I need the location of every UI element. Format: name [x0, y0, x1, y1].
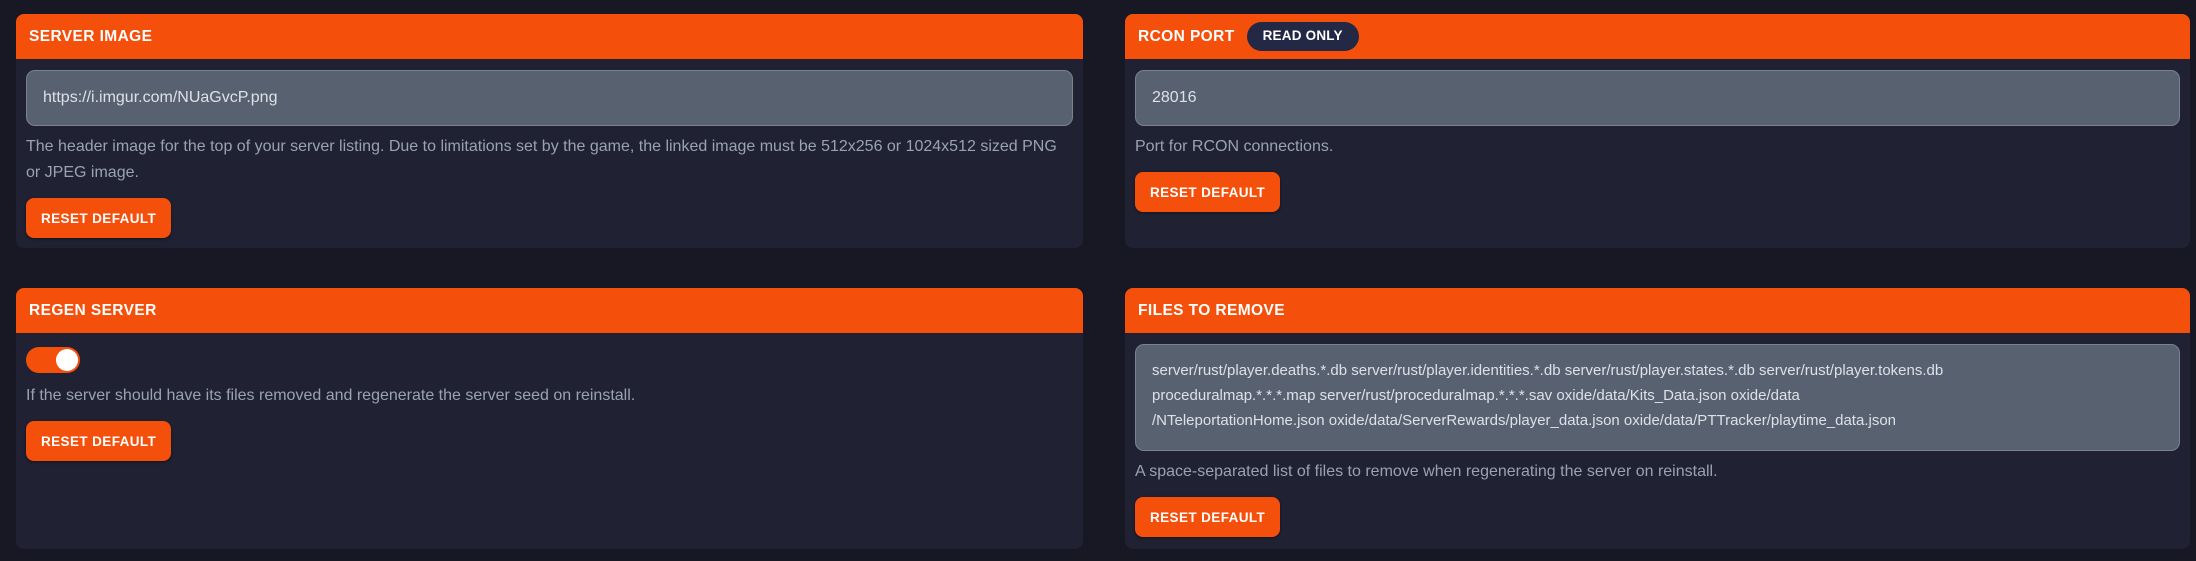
- server-image-card-header: SERVER IMAGE: [16, 14, 1083, 59]
- files-to-remove-card: FILES TO REMOVE server/rust/player.death…: [1125, 288, 2190, 549]
- files-to-remove-reset-default-button[interactable]: RESET DEFAULT: [1135, 497, 1280, 537]
- server-image-title: SERVER IMAGE: [29, 28, 152, 46]
- files-to-remove-card-header: FILES TO REMOVE: [1125, 288, 2190, 333]
- regen-server-toggle[interactable]: [26, 347, 80, 373]
- toggle-knob-icon: [56, 349, 78, 371]
- server-image-card-body: The header image for the top of your ser…: [16, 59, 1083, 248]
- read-only-badge: READ ONLY: [1247, 22, 1359, 51]
- rcon-port-card-body: Port for RCON connections. RESET DEFAULT: [1125, 59, 2190, 248]
- server-image-reset-default-button[interactable]: RESET DEFAULT: [26, 198, 171, 238]
- server-image-input[interactable]: [26, 70, 1073, 126]
- rcon-port-title: RCON PORT: [1138, 28, 1235, 46]
- rcon-port-description: Port for RCON connections.: [1135, 134, 1333, 160]
- regen-server-card: REGEN SERVER If the server should have i…: [16, 288, 1083, 549]
- rcon-port-card-header: RCON PORT READ ONLY: [1125, 14, 2190, 59]
- regen-server-reset-default-button[interactable]: RESET DEFAULT: [26, 421, 171, 461]
- rcon-port-card: RCON PORT READ ONLY Port for RCON connec…: [1125, 14, 2190, 248]
- files-to-remove-textarea[interactable]: server/rust/player.deaths.*.db server/ru…: [1135, 344, 2180, 451]
- server-image-card: SERVER IMAGE The header image for the to…: [16, 14, 1083, 248]
- regen-server-title: REGEN SERVER: [29, 302, 157, 320]
- rcon-port-input[interactable]: [1135, 70, 2180, 126]
- files-to-remove-title: FILES TO REMOVE: [1138, 302, 1285, 320]
- regen-server-card-body: If the server should have its files remo…: [16, 333, 1083, 549]
- rcon-port-reset-default-button[interactable]: RESET DEFAULT: [1135, 172, 1280, 212]
- regen-server-card-header: REGEN SERVER: [16, 288, 1083, 333]
- files-to-remove-card-body: server/rust/player.deaths.*.db server/ru…: [1125, 333, 2190, 549]
- regen-server-description: If the server should have its files remo…: [26, 383, 635, 409]
- files-to-remove-description: A space-separated list of files to remov…: [1135, 459, 1718, 485]
- server-image-description: The header image for the top of your ser…: [26, 134, 1073, 186]
- settings-grid: SERVER IMAGE The header image for the to…: [0, 0, 2196, 561]
